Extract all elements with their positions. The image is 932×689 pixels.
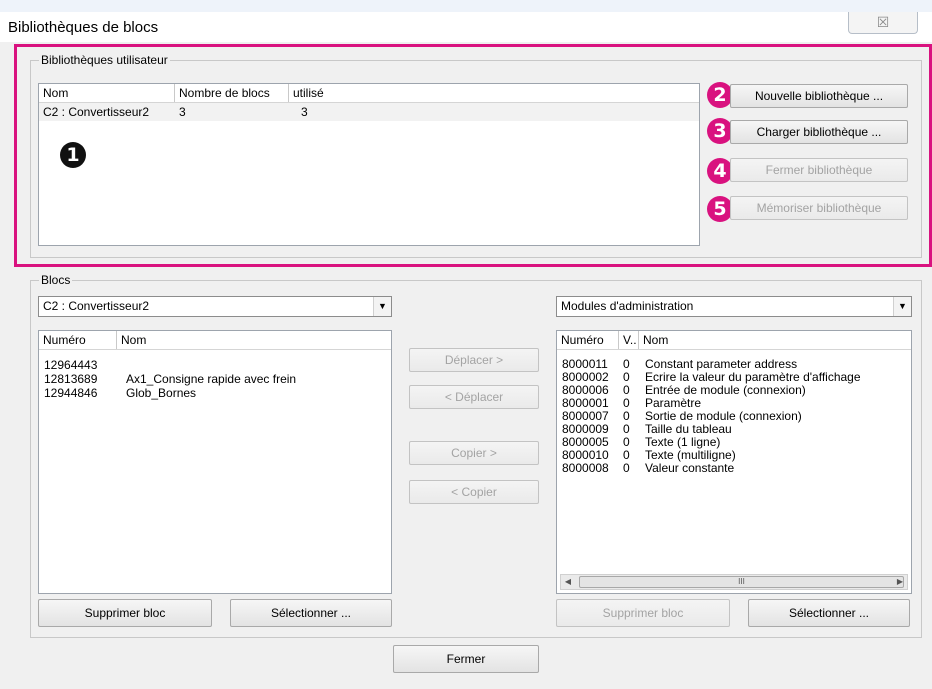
table-row[interactable]: 8000006 0 Entrée de module (connexion)	[557, 383, 911, 397]
module-name-cell: Entrée de module (connexion)	[645, 383, 806, 397]
left-blocks-list[interactable]: Numéro Nom 12964443 12813689 Ax1_Consign…	[38, 330, 392, 594]
close-icon: ☒	[876, 14, 890, 30]
move-left-button[interactable]: < Déplacer	[409, 385, 539, 409]
column-header-nom[interactable]: Nom	[117, 331, 391, 349]
module-name-cell: Sortie de module (connexion)	[645, 409, 802, 423]
user-libraries-list[interactable]: Nom Nombre de blocs utilisé C2 : Convert…	[38, 83, 700, 246]
scroll-left-icon[interactable]: ◀	[561, 575, 575, 589]
column-header-numero[interactable]: Numéro	[557, 331, 619, 349]
table-row[interactable]: 8000011 0 Constant parameter address	[557, 357, 911, 371]
window-title: Bibliothèques de blocs	[8, 19, 159, 36]
module-version-cell: 0	[623, 409, 630, 423]
block-number-cell: 12813689	[44, 372, 98, 386]
column-header-utilise[interactable]: utilisé	[289, 84, 699, 102]
column-header-version[interactable]: V..	[619, 331, 639, 349]
table-row[interactable]: 8000007 0 Sortie de module (connexion)	[557, 409, 911, 423]
copy-right-button[interactable]: Copier >	[409, 441, 539, 465]
left-library-select[interactable]: C2 : Convertisseur2 ▼	[38, 296, 392, 317]
module-version-cell: 0	[623, 448, 630, 462]
column-header-nombre-de-blocs[interactable]: Nombre de blocs	[175, 84, 289, 102]
close-window-button[interactable]: ☒	[848, 12, 918, 34]
module-version-cell: 0	[623, 370, 630, 384]
header-divider	[39, 349, 391, 350]
right-delete-block-button[interactable]: Supprimer bloc	[556, 599, 730, 627]
horizontal-scrollbar[interactable]: ◀ III ▶	[560, 574, 908, 590]
right-blocks-list[interactable]: Numéro V.. Nom 8000011 0 Constant parame…	[556, 330, 912, 594]
module-name-cell: Constant parameter address	[645, 357, 798, 371]
module-version-cell: 0	[623, 396, 630, 410]
callout-badge-1: 1	[60, 142, 86, 168]
chevron-down-icon[interactable]: ▼	[373, 297, 391, 316]
module-name-cell: Texte (multiligne)	[645, 448, 736, 462]
block-number-cell: 12964443	[44, 358, 98, 372]
load-library-button[interactable]: Charger bibliothèque ...	[730, 120, 908, 144]
table-row[interactable]: 12964443	[39, 358, 391, 372]
library-count-cell: 3	[179, 105, 186, 119]
table-row[interactable]: 8000008 0 Valeur constante	[557, 461, 911, 475]
close-library-button[interactable]: Fermer bibliothèque	[730, 158, 908, 182]
left-library-select-value: C2 : Convertisseur2	[43, 299, 150, 313]
library-name-cell: C2 : Convertisseur2	[43, 105, 150, 119]
block-number-cell: 12944846	[44, 386, 98, 400]
module-name-cell: Texte (1 ligne)	[645, 435, 721, 449]
right-library-select[interactable]: Modules d'administration ▼	[556, 296, 912, 317]
table-row[interactable]: 8000009 0 Taille du tableau	[557, 422, 911, 436]
module-number-cell: 8000011	[562, 357, 608, 371]
module-name-cell: Valeur constante	[645, 461, 735, 475]
module-name-cell: Taille du tableau	[645, 422, 732, 436]
module-name-cell: Paramètre	[645, 396, 702, 410]
table-row[interactable]: 12813689 Ax1_Consigne rapide avec frein	[39, 372, 391, 386]
user-libraries-legend: Bibliothèques utilisateur	[41, 53, 168, 67]
table-row[interactable]: 8000005 0 Texte (1 ligne)	[557, 435, 911, 449]
scroll-right-icon[interactable]: ▶	[893, 575, 907, 589]
scrollbar-thumb[interactable]: III	[579, 576, 904, 588]
move-right-button[interactable]: Déplacer >	[409, 348, 539, 372]
module-number-cell: 8000005	[562, 435, 609, 449]
module-number-cell: 8000006	[562, 383, 609, 397]
left-select-button[interactable]: Sélectionner ...	[230, 599, 392, 627]
module-number-cell: 8000009	[562, 422, 609, 436]
module-version-cell: 0	[623, 422, 630, 436]
table-row[interactable]: C2 : Convertisseur2 3 3	[39, 103, 699, 121]
module-version-cell: 0	[623, 461, 630, 475]
blocks-legend: Blocs	[41, 273, 71, 287]
module-version-cell: 0	[623, 435, 630, 449]
save-library-button[interactable]: Mémoriser bibliothèque	[730, 196, 908, 220]
module-number-cell: 8000002	[562, 370, 609, 384]
module-number-cell: 8000010	[562, 448, 609, 462]
left-delete-block-button[interactable]: Supprimer bloc	[38, 599, 212, 627]
library-used-cell: 3	[301, 105, 308, 119]
table-row[interactable]: 8000001 0 Paramètre	[557, 396, 911, 410]
block-name-cell: Ax1_Consigne rapide avec frein	[126, 372, 297, 386]
column-header-nom[interactable]: Nom	[39, 84, 175, 102]
column-header-nom[interactable]: Nom	[639, 331, 911, 349]
module-number-cell: 8000008	[562, 461, 609, 475]
copy-left-button[interactable]: < Copier	[409, 480, 539, 504]
module-version-cell: 0	[623, 357, 630, 371]
module-number-cell: 8000001	[562, 396, 609, 410]
new-library-button[interactable]: Nouvelle bibliothèque ...	[730, 84, 908, 108]
header-divider	[557, 349, 911, 350]
table-row[interactable]: 8000010 0 Texte (multiligne)	[557, 448, 911, 462]
module-version-cell: 0	[623, 383, 630, 397]
module-name-cell: Ecrire la valeur du paramètre d'affichag…	[645, 370, 861, 384]
table-row[interactable]: 8000002 0 Ecrire la valeur du paramètre …	[557, 370, 911, 384]
module-number-cell: 8000007	[562, 409, 609, 423]
right-select-button[interactable]: Sélectionner ...	[748, 599, 910, 627]
close-dialog-button[interactable]: Fermer	[393, 645, 539, 673]
right-library-select-value: Modules d'administration	[561, 299, 694, 313]
block-name-cell: Glob_Bornes	[126, 386, 197, 400]
column-header-numero[interactable]: Numéro	[39, 331, 117, 349]
table-row[interactable]: 12944846 Glob_Bornes	[39, 386, 391, 400]
chevron-down-icon[interactable]: ▼	[893, 297, 911, 316]
